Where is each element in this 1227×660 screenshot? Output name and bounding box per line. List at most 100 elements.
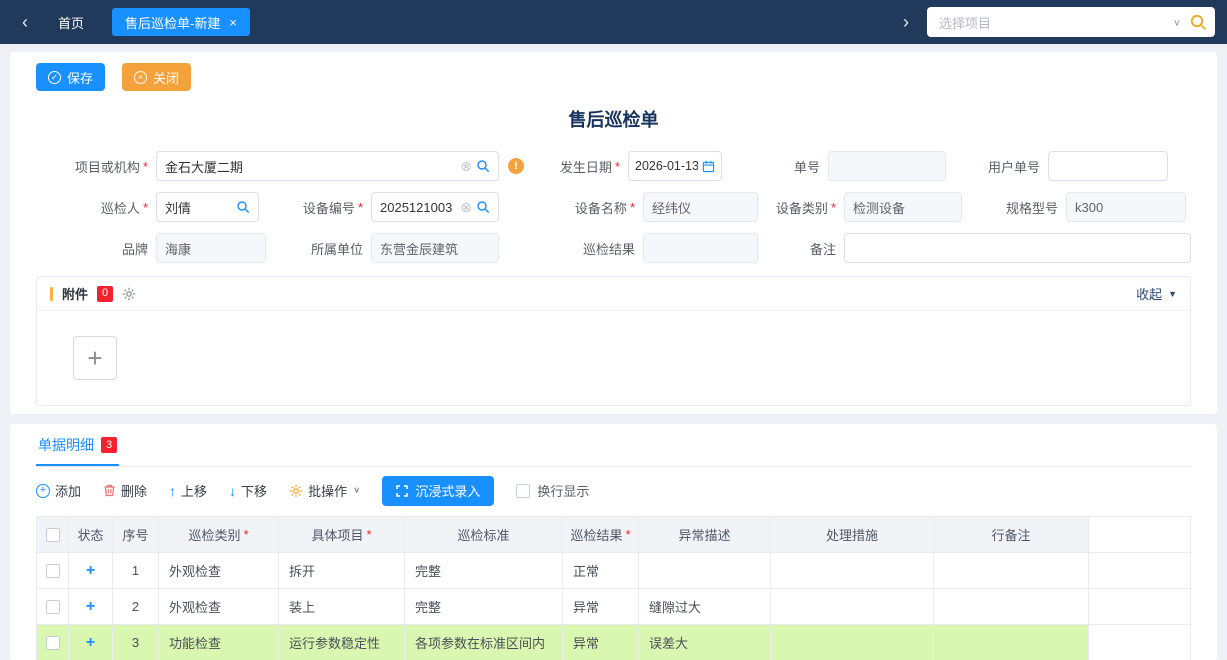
project-select[interactable]: 选择项目 ∨ (927, 7, 1215, 37)
row-checkbox[interactable] (46, 636, 60, 650)
tab-inspection-new[interactable]: 售后巡检单-新建 × (112, 8, 250, 36)
row-checkbox[interactable] (46, 564, 60, 578)
spec-model-value: k300 (1075, 200, 1177, 215)
add-row-button[interactable]: + 添加 (36, 481, 81, 500)
move-up-button[interactable]: ↑ 上移 (169, 481, 207, 500)
row-checkbox[interactable] (46, 600, 60, 614)
attachments-body: + (37, 311, 1190, 405)
gear-icon (289, 484, 303, 498)
row-seq-cell: 3 (113, 625, 159, 660)
clear-icon[interactable]: ⊗ (460, 200, 472, 214)
row-item-cell[interactable]: 拆开 (279, 553, 405, 589)
search-icon[interactable] (1189, 13, 1207, 31)
delete-row-button[interactable]: 删除 (103, 481, 147, 500)
row-remark-cell[interactable] (934, 589, 1089, 625)
row-remark-cell[interactable] (934, 625, 1089, 660)
insert-row-icon[interactable]: + (86, 599, 95, 615)
panel-marker (50, 287, 53, 301)
row-item-cell[interactable]: 运行参数稳定性 (279, 625, 405, 660)
tab-home[interactable]: 首页 (36, 8, 106, 36)
spec-model-input: k300 (1066, 192, 1186, 222)
collapse-label: 收起 (1136, 284, 1162, 303)
details-toolbar: + 添加 删除 ↑ 上移 ↓ 下移 批操作 (36, 467, 1191, 514)
attachments-header: 附件 0 收起 ▼ (37, 277, 1190, 311)
wrap-display-checkbox[interactable] (516, 484, 530, 498)
device-no-search-icon[interactable] (476, 200, 490, 214)
row-category-cell[interactable]: 外观检查 (159, 589, 279, 625)
row-treatment-cell[interactable] (771, 625, 934, 660)
tabs-scroll-left-icon[interactable]: ‹ (14, 13, 36, 31)
attachments-count-badge: 0 (97, 286, 113, 302)
date-input[interactable]: 2026-01-13 (628, 151, 722, 181)
wrap-display-toggle[interactable]: 换行显示 (516, 481, 589, 500)
row-category-cell[interactable]: 外观检查 (159, 553, 279, 589)
row-abnormal-cell[interactable]: 误差大 (639, 625, 771, 660)
attachments-settings-icon[interactable] (122, 287, 136, 301)
clear-icon[interactable]: ⊗ (460, 159, 472, 173)
device-type-input: 检测设备 (844, 192, 962, 222)
select-all-checkbox[interactable] (46, 528, 60, 542)
close-button[interactable]: × 关闭 (122, 63, 191, 91)
insert-row-icon[interactable]: + (86, 563, 95, 579)
save-button[interactable]: ✓ 保存 (36, 63, 105, 91)
row-status-cell: + (69, 553, 113, 589)
row-standard-cell[interactable]: 各项参数在标准区间内 (405, 625, 563, 660)
check-circle-icon: ✓ (48, 71, 61, 84)
batch-operation-dropdown[interactable]: 批操作 ∨ (289, 481, 360, 500)
row-item-cell[interactable]: 装上 (279, 589, 405, 625)
row-abnormal-cell[interactable]: 缝隙过大 (639, 589, 771, 625)
calendar-icon[interactable] (702, 160, 715, 173)
upload-button[interactable]: + (73, 336, 117, 380)
save-button-label: 保存 (67, 68, 93, 87)
arrow-down-icon: ↓ (229, 484, 236, 498)
project-input[interactable]: 金石大厦二期 ⊗ (156, 151, 499, 181)
row-abnormal-cell[interactable] (639, 553, 771, 589)
header-status: 状态 (69, 517, 113, 553)
device-name-input: 经纬仪 (643, 192, 758, 222)
row-select-cell (37, 553, 69, 589)
move-down-button[interactable]: ↓ 下移 (229, 481, 267, 500)
user-order-no-input[interactable] (1048, 151, 1168, 181)
brand-value: 海康 (165, 239, 257, 258)
device-no-input[interactable]: 2025121003 ⊗ (371, 192, 499, 222)
info-icon[interactable]: ! (508, 158, 524, 174)
row-standard-cell[interactable]: 完整 (405, 589, 563, 625)
row-result-cell[interactable]: 正常 (563, 553, 639, 589)
header-treatment: 处理措施 (771, 517, 934, 553)
detail-table: 状态 序号 巡检类别* 具体项目* 巡检标准 巡检结果* 异常描述 处理措施 行… (36, 516, 1191, 660)
tab-detail-lines[interactable]: 单据明细 3 (36, 435, 119, 466)
details-card: 单据明细 3 + 添加 删除 ↑ 上移 ↓ 下移 (10, 424, 1217, 660)
attachments-title: 附件 (62, 284, 88, 303)
collapse-toggle[interactable]: 收起 ▼ (1136, 284, 1177, 303)
row-standard-cell[interactable]: 完整 (405, 553, 563, 589)
row-category-cell[interactable]: 功能检查 (159, 625, 279, 660)
row-result-cell[interactable]: 异常 (563, 625, 639, 660)
inspector-input[interactable]: 刘倩 (156, 192, 259, 222)
header-item: 具体项目* (279, 517, 405, 553)
row-seq-cell: 2 (113, 589, 159, 625)
insert-row-icon[interactable]: + (86, 635, 95, 651)
immersive-entry-button[interactable]: 沉浸式录入 (382, 476, 494, 506)
inspector-search-icon[interactable] (236, 200, 250, 214)
project-search-icon[interactable] (476, 159, 490, 173)
row-treatment-cell[interactable] (771, 553, 934, 589)
order-no-label: 单号 (722, 157, 828, 176)
row-remark-cell[interactable] (934, 553, 1089, 589)
row-treatment-cell[interactable] (771, 589, 934, 625)
tab-close-icon[interactable]: × (229, 15, 237, 30)
page-title: 售后巡检单 (36, 106, 1191, 132)
project-select-placeholder: 选择项目 (939, 13, 1165, 32)
row-status-cell: + (69, 625, 113, 660)
topbar: ‹ 首页 售后巡检单-新建 × › 选择项目 ∨ (0, 0, 1227, 44)
detail-count-badge: 3 (101, 437, 117, 453)
order-no-input (828, 151, 946, 181)
unit-value: 东营金辰建筑 (380, 239, 490, 258)
header-select-all (37, 517, 69, 553)
result-input (643, 233, 758, 263)
remark-input[interactable] (844, 233, 1191, 263)
row-result-cell[interactable]: 异常 (563, 589, 639, 625)
close-button-label: 关闭 (153, 68, 179, 87)
tabs-scroll-right-icon[interactable]: › (895, 13, 917, 31)
header-filler (1089, 517, 1191, 553)
device-type-label: 设备类别* (758, 198, 844, 217)
